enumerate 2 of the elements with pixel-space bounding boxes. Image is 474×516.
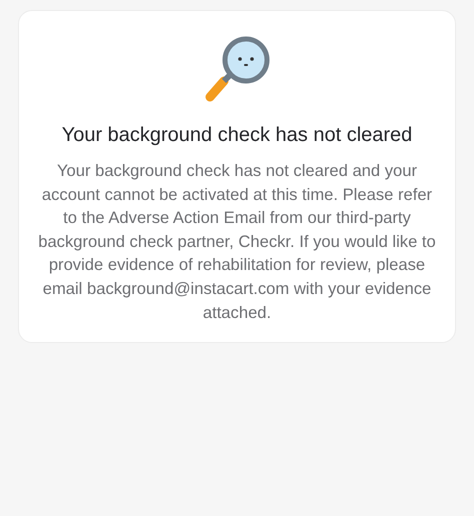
card-title: Your background check has not cleared bbox=[60, 123, 414, 147]
message-text: Your background check has not cleared and your account cannot be activated at this time. Please refer to the Adverse Action Email from our third-party background check partner, Checkr. If you would like to provide evidence of rehabilitation for review, please email background@instacart.com with your evidence attached. bbox=[37, 160, 437, 324]
